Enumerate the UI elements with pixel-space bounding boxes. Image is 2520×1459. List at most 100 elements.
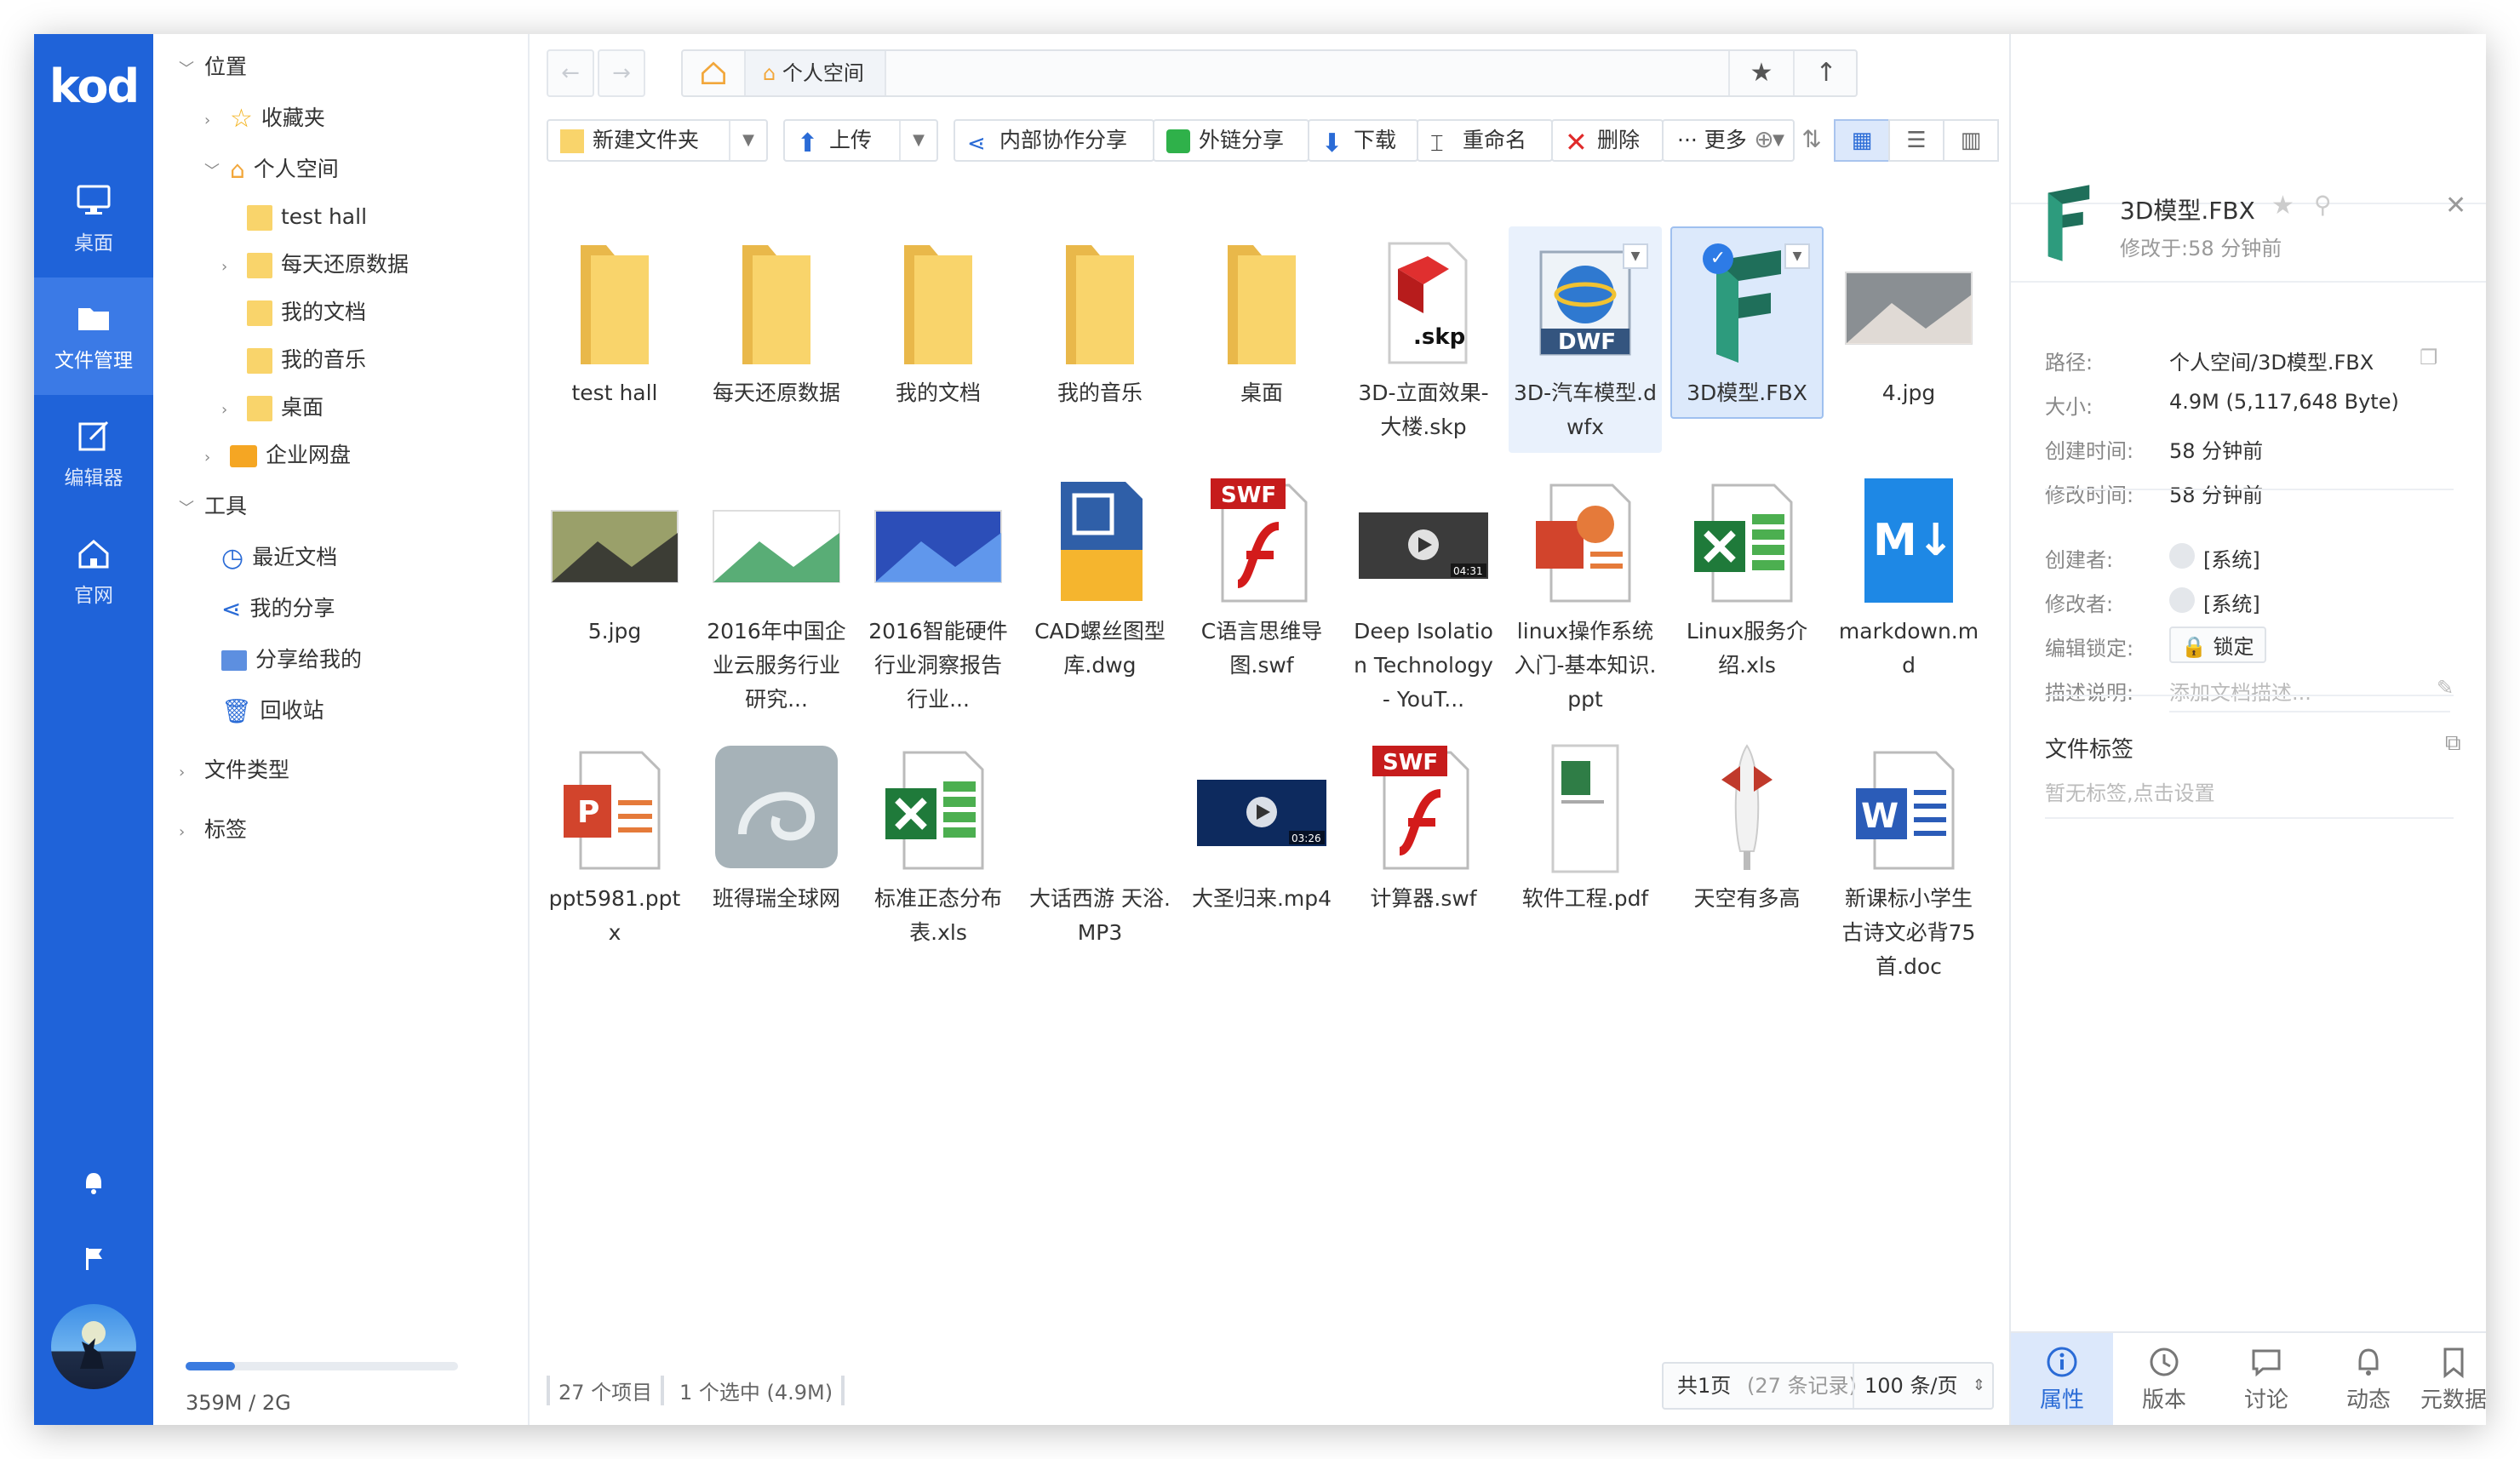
image-thumbnail [713,510,840,583]
favorite-button[interactable]: ★ [1728,51,1793,95]
tags-empty[interactable]: 暂无标签,点击设置 [2045,776,2215,806]
breadcrumb[interactable]: ⌂ 个人空间 ★ ↑ [681,49,1858,97]
breadcrumb-segment[interactable]: ⌂ 个人空间 [746,51,886,95]
rail-item-desktop[interactable]: 桌面 [34,160,153,277]
file-item[interactable]: 2016智能硬件行业洞察报告行业... [862,465,1015,725]
tree-node-shared-with-me[interactable]: 分享给我的 [221,638,362,681]
tree-section-tags[interactable]: › 标签 [179,809,247,851]
chevron-updown-icon: ⇕ [1972,1376,1985,1394]
tree-node-daily-restore[interactable]: › 每天还原数据 [221,243,409,286]
file-item[interactable]: SWF C语言思维导图.swf [1185,465,1338,691]
file-item[interactable]: 标准正态分布表.xls [862,732,1015,958]
rail-item-editor[interactable]: 编辑器 [34,395,153,512]
tree-section-tools[interactable]: ﹀ 工具 [179,485,247,528]
tree-node-my-share[interactable]: ⋖ 我的分享 [221,587,335,630]
file-item[interactable]: 桌面 [1185,226,1338,419]
checkmark-icon[interactable]: ✓ [1703,243,1733,274]
sort-icon[interactable]: ⇅ [1786,119,1837,162]
file-item[interactable]: .skp 3D-立面效果-大楼.skp [1347,226,1500,453]
rail-item-website[interactable]: 官网 [34,512,153,630]
bell-icon[interactable] [77,1166,111,1200]
per-page-select[interactable]: 100 条/页 ⇕ [1853,1364,1994,1408]
file-item[interactable]: 我的文档 [862,226,1015,419]
tab-properties[interactable]: 属性 [2011,1333,2113,1425]
file-item[interactable]: 03:26 大圣归来.mp4 [1185,732,1338,924]
tree-node-test-hall[interactable]: test hall [247,196,367,238]
file-item[interactable]: linux操作系统入门-基本知识.ppt [1509,465,1662,725]
up-level-button[interactable]: ↑ [1793,51,1858,95]
file-item[interactable]: 每天还原数据 [700,226,853,419]
file-item[interactable]: 4.jpg [1832,226,1985,419]
tree-node-personal[interactable]: ﹀ ⌂ 个人空间 [204,148,339,191]
tree-node-favorites[interactable]: › ☆ 收藏夹 [204,97,325,140]
file-item[interactable]: 5.jpg [538,465,691,657]
file-item[interactable]: 我的音乐 [1023,226,1177,419]
file-item[interactable]: W 新课标小学生古诗文必背75首.doc [1832,732,1985,993]
tag-icon[interactable]: ⧉ [2445,730,2461,757]
grid-view-button[interactable]: ▦ [1834,119,1890,162]
file-item[interactable]: ✓ ▼ 3D模型.FBX [1670,226,1824,419]
tree-node-my-music[interactable]: 我的音乐 [247,339,366,381]
file-item[interactable]: M↓ markdown.md [1832,465,1985,691]
back-button[interactable]: ← [547,49,594,97]
list-view-button[interactable]: ☰ [1888,119,1944,162]
edit-icon [78,421,109,451]
breadcrumb-home[interactable] [683,51,746,95]
tree-node-recent[interactable]: ◷ 最近文档 [221,536,337,579]
user-avatar[interactable] [51,1304,136,1389]
forward-button[interactable]: → [598,49,645,97]
pin-icon[interactable]: ⚲ [2314,191,2332,219]
file-thumbnail: 04:31 [1355,473,1492,609]
close-icon[interactable]: ✕ [2445,191,2466,220]
chevron-down-icon[interactable]: ▼ [899,121,936,160]
tree-node-recycle[interactable]: 🗑 回收站 [221,689,324,732]
chevron-down-icon[interactable]: ▼ [1623,243,1648,269]
tree-node-enterprise[interactable]: › 企业网盘 [204,434,351,477]
app-logo[interactable]: kod [34,60,153,113]
tree-node-my-docs[interactable]: 我的文档 [247,291,366,334]
file-item[interactable]: CAD螺丝图型库.dwg [1023,465,1177,691]
lock-button[interactable]: 🔒 锁定 [2169,627,2266,663]
rail-item-files[interactable]: 文件管理 [34,277,153,395]
download-button[interactable]: ⬇ 下载 [1308,119,1418,162]
star-icon[interactable]: ★ [2271,191,2294,220]
external-share-button[interactable]: 外链分享 [1153,119,1309,162]
file-item[interactable]: Linux服务介绍.xls [1670,465,1824,691]
chevron-down-icon[interactable]: ▼ [1784,243,1810,269]
file-item[interactable]: DWF ▼ 3D-汽车模型.dwfx [1509,226,1662,453]
tab-discussion[interactable]: 讨论 [2215,1333,2317,1425]
file-item[interactable]: Pppt5981.pptx [538,732,691,958]
flag-icon[interactable] [77,1241,111,1275]
comment-icon [2252,1349,2281,1377]
svg-text:DWF: DWF [1558,329,1616,355]
chevron-down-icon: ﹀ [204,163,220,180]
file-name: 软件工程.pdf [1521,886,1649,911]
upload-button[interactable]: ⬆ 上传 ▼ [783,119,938,162]
delete-button[interactable]: ✕ 删除 [1551,119,1664,162]
folder-icon [247,348,272,374]
tab-versions[interactable]: 版本 [2113,1333,2215,1425]
tree-node-desktop[interactable]: › 桌面 [221,386,324,429]
tab-activity[interactable]: 动态 [2317,1333,2420,1425]
zoom-icon[interactable]: ⊕ [1738,119,1790,162]
pagination[interactable]: 共1页 (27 条记录) 100 条/页 ⇕ [1662,1362,1994,1410]
rename-button[interactable]: ⌶ 重命名 [1417,119,1553,162]
file-item[interactable]: 天空有多高 [1670,732,1824,924]
tree-section-file-types[interactable]: › 文件类型 [179,749,289,792]
internal-share-button[interactable]: ⋖ 内部协作分享 [954,119,1154,162]
file-item[interactable]: 软件工程.pdf [1509,732,1662,924]
tree-section-location[interactable]: ﹀ 位置 [179,46,247,89]
copy-icon[interactable]: ❐ [2420,346,2438,369]
file-item[interactable]: 班得瑞全球网 [700,732,853,924]
split-view-button[interactable]: ▥ [1943,119,1999,162]
file-item[interactable]: test hall [538,226,691,419]
chevron-down-icon[interactable]: ▼ [729,121,766,160]
new-folder-button[interactable]: 新建文件夹 ▼ [547,119,768,162]
file-item[interactable]: SWF 计算器.swf [1347,732,1500,924]
property-value: 58 分钟前 [2169,439,2264,463]
close-icon: ✕ [1565,126,1588,158]
file-item[interactable]: 2016年中国企业云服务行业研究... [700,465,853,725]
tab-metadata[interactable]: 元数据 [2420,1333,2486,1425]
file-item[interactable]: 04:31 Deep Isolation Technology - YouT... [1347,465,1500,725]
file-item[interactable]: 大话西游 天浴.MP3 [1023,732,1177,958]
